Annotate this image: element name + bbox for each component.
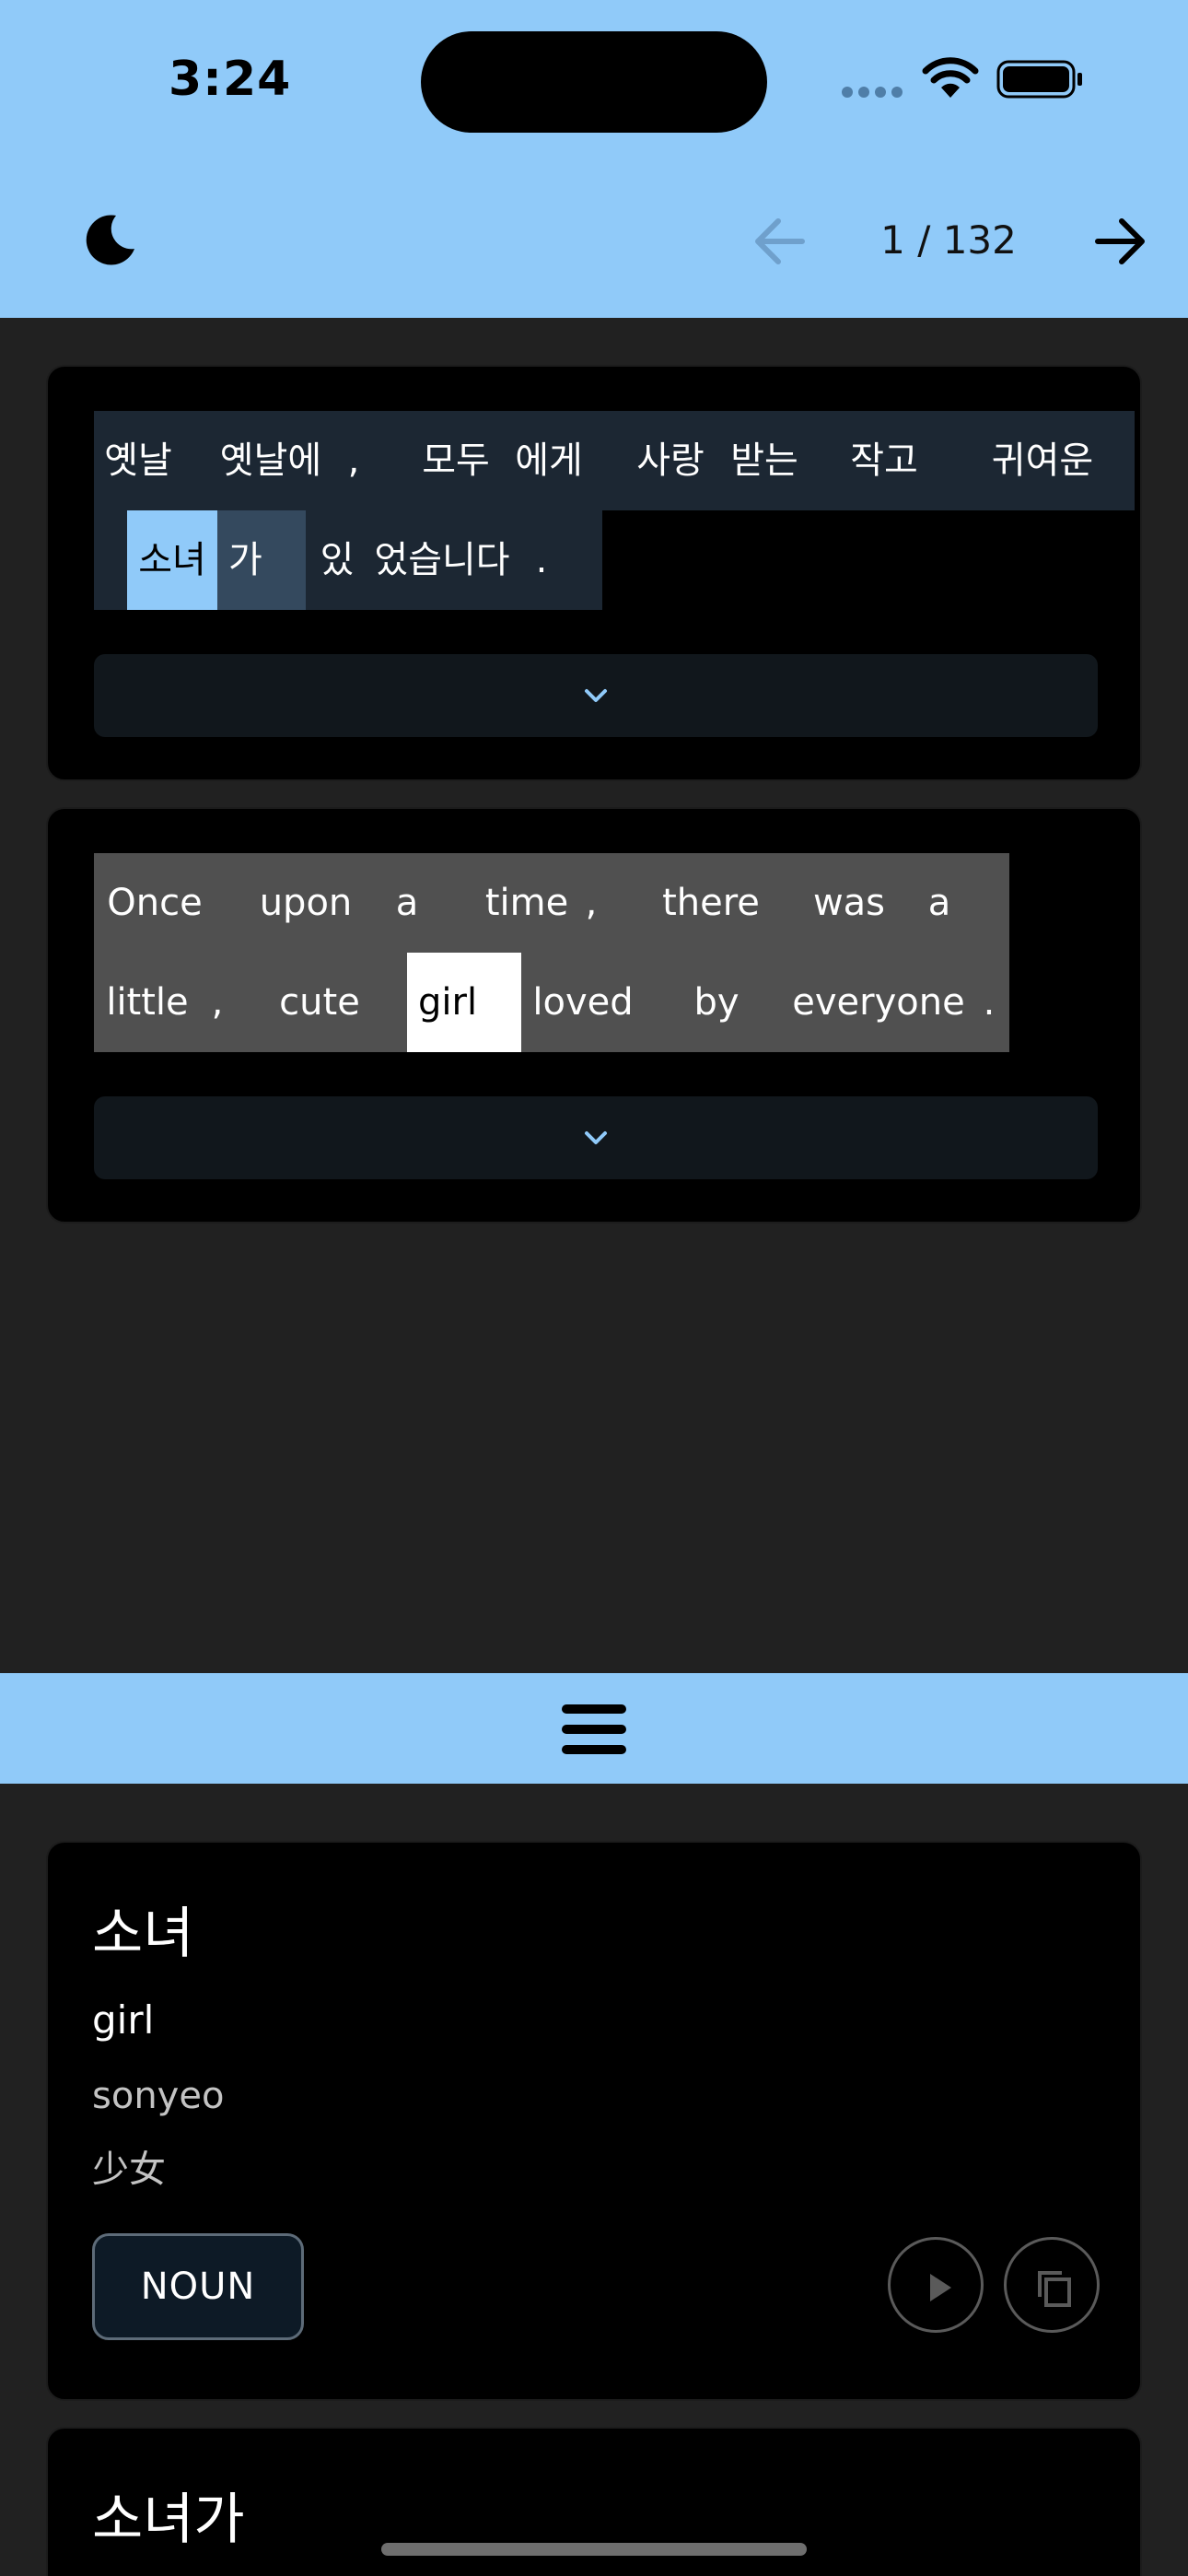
english-token[interactable]: there <box>646 853 775 953</box>
korean-token[interactable]: 사랑 <box>626 411 715 510</box>
english-token[interactable]: Once <box>94 853 215 953</box>
english-token[interactable]: everyone <box>786 953 971 1052</box>
english-token[interactable]: , <box>573 853 610 953</box>
menu-icon <box>562 1704 626 1754</box>
korean-token[interactable]: 었습니다 <box>370 510 514 610</box>
english-token[interactable]: time <box>481 853 573 953</box>
english-sentence-card: Once upon a time , there was a little , … <box>46 807 1142 1224</box>
panel-drag-handle[interactable] <box>0 1673 1188 1784</box>
korean-token[interactable]: . <box>523 510 560 610</box>
korean-token-selected[interactable]: 소녀 <box>127 510 217 610</box>
korean-token[interactable]: 에게 <box>505 411 593 510</box>
english-token[interactable]: by <box>680 953 753 1052</box>
korean-sentence-card: 옛날 옛날에 , 모두 에게 사랑 받는 작고 귀여운 소녀 가 있 었습니다 … <box>46 365 1142 781</box>
english-token[interactable]: little <box>94 953 201 1052</box>
english-expand-button[interactable] <box>94 1096 1098 1179</box>
moon-icon[interactable] <box>83 212 138 267</box>
dynamic-island <box>421 31 767 133</box>
entry-word: 소녀 <box>92 1902 194 1966</box>
entry-romanization: sonyeo <box>92 2075 225 2117</box>
english-token[interactable]: . <box>971 953 1007 1052</box>
top-app-bar: 3:24 1 / 132 <box>0 0 1188 318</box>
english-token[interactable]: a <box>389 853 425 953</box>
chevron-down-icon <box>585 689 607 702</box>
english-token[interactable]: upon <box>250 853 361 953</box>
korean-token-subword[interactable]: 가 <box>217 510 306 610</box>
korean-token[interactable]: 모두 <box>412 411 500 510</box>
korean-token[interactable]: 작고 <box>840 411 928 510</box>
copy-icon <box>1038 2271 1071 2307</box>
status-time: 3:24 <box>169 52 292 107</box>
english-token[interactable]: cute <box>269 953 370 1052</box>
arrow-right-icon[interactable] <box>1092 213 1149 270</box>
korean-token[interactable]: 귀여운 <box>973 411 1112 510</box>
korean-token[interactable]: 옛날 <box>94 411 182 510</box>
korean-expand-button[interactable] <box>94 654 1098 737</box>
battery-icon <box>996 60 1082 99</box>
english-token[interactable]: , <box>199 953 236 1052</box>
korean-token[interactable]: , <box>335 411 372 510</box>
home-indicator[interactable] <box>381 2543 807 2556</box>
chevron-down-icon <box>585 1131 607 1144</box>
entry-word: 소녀가 <box>92 2488 245 2552</box>
entry-hanja: 少女 <box>92 2149 166 2191</box>
english-token[interactable]: a <box>921 853 958 953</box>
korean-token[interactable]: 있 <box>308 510 367 610</box>
entry-meaning: girl <box>92 1997 155 2043</box>
english-token-selected[interactable]: girl <box>407 953 521 1052</box>
korean-token[interactable]: 옛날에 <box>212 411 330 510</box>
page-counter: 1 / 132 <box>880 217 1017 263</box>
play-icon <box>930 2274 951 2301</box>
dictionary-entry-card: 소녀 girl sonyeo 少女 NOUN <box>46 1841 1142 2401</box>
play-audio-button[interactable] <box>888 2237 984 2333</box>
korean-token[interactable]: 받는 <box>720 411 809 510</box>
english-token[interactable]: loved <box>521 953 645 1052</box>
wifi-icon <box>922 57 979 98</box>
arrow-left-icon[interactable] <box>751 213 808 270</box>
copy-button[interactable] <box>1004 2237 1100 2333</box>
part-of-speech-chip[interactable]: NOUN <box>92 2233 304 2340</box>
english-token[interactable]: was <box>803 853 895 953</box>
